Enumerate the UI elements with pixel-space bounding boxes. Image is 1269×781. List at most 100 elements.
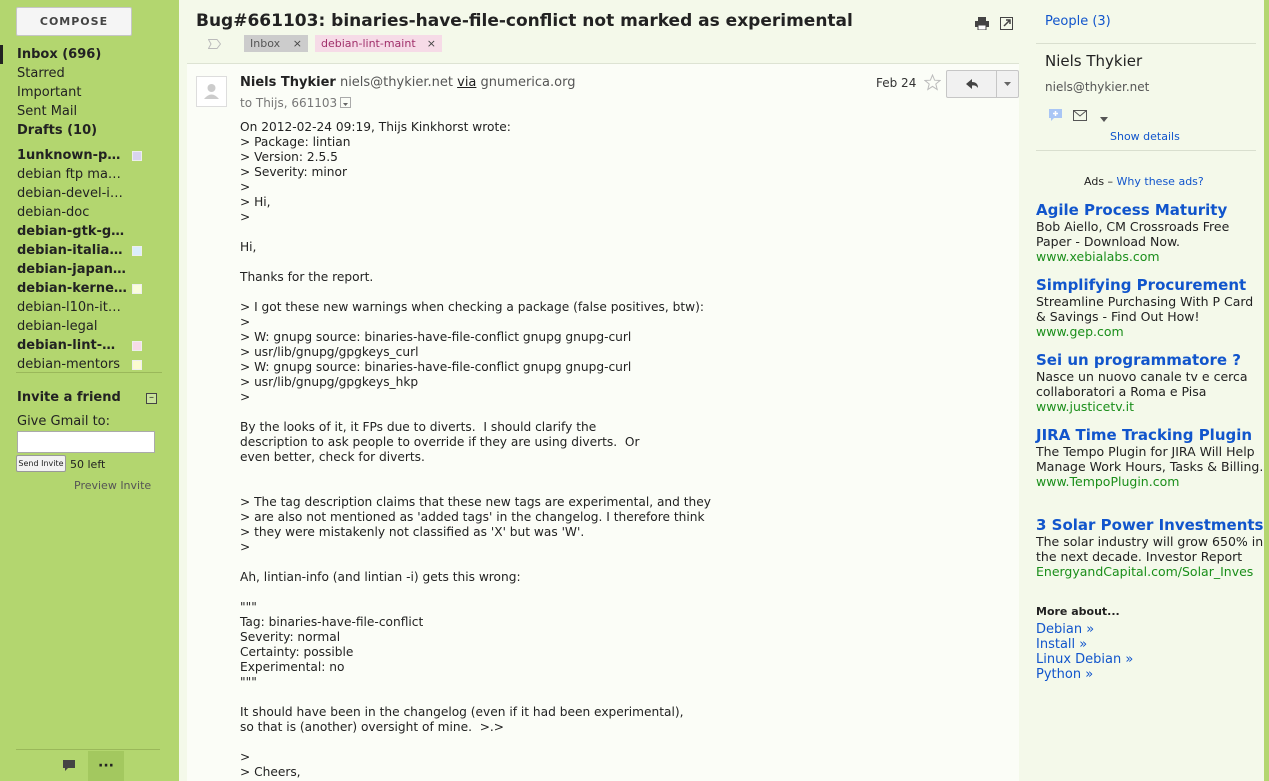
ad-title-link[interactable]: JIRA Time Tracking Plugin <box>1036 426 1264 444</box>
body-line: Certainty: possible <box>240 645 354 659</box>
nav-label-text: debian-kerne… <box>17 281 127 296</box>
chat-icon[interactable] <box>60 756 78 774</box>
remove-label-icon[interactable]: × <box>427 35 436 52</box>
more-about-link[interactable]: Debian » <box>1036 622 1094 637</box>
reply-more-dropdown[interactable] <box>996 70 1019 98</box>
nav-label-item[interactable]: debian-lint-m… <box>0 336 175 355</box>
remove-label-icon[interactable]: × <box>293 35 302 52</box>
nav-important[interactable]: Important <box>0 83 175 102</box>
body-line: > usr/lib/gnupg/gpgkeys_curl <box>240 345 419 359</box>
body-line: > <box>240 750 251 764</box>
ad-title-link[interactable]: 3 Solar Power Investments <box>1036 516 1264 534</box>
nav-label-item[interactable]: debian-doc <box>0 203 175 222</box>
envelope-icon[interactable] <box>1073 110 1087 121</box>
more-about-link[interactable]: Python » <box>1036 667 1093 682</box>
ad-description: The solar industry will grow 650% in the… <box>1036 534 1264 564</box>
nav-label-item[interactable]: debian-kerne… <box>0 279 175 298</box>
label-color-swatch[interactable] <box>132 246 142 256</box>
nav-label-text: debian-japan… <box>17 262 126 277</box>
label-color-swatch[interactable] <box>132 151 142 161</box>
body-line: even better, check for diverts. <box>240 450 425 464</box>
nav-starred[interactable]: Starred <box>0 64 175 83</box>
via-link[interactable]: via <box>457 75 476 90</box>
ad-description: The Tempo Plugin for JIRA Will Help Mana… <box>1036 444 1264 474</box>
body-line: On 2012-02-24 09:19, Thijs Kinkhorst wro… <box>240 120 511 134</box>
body-line: """ <box>240 675 257 689</box>
avatar[interactable] <box>196 76 227 107</box>
ad-url-link[interactable]: www.xebialabs.com <box>1036 249 1264 264</box>
recipients-line: to Thijs, 661103 <box>240 96 352 110</box>
label-color-swatch[interactable] <box>132 284 142 294</box>
ad-url-link[interactable]: www.gep.com <box>1036 324 1264 339</box>
body-line: > <box>240 210 251 224</box>
nav-drafts[interactable]: Drafts (10) <box>0 121 175 140</box>
body-line: """ <box>240 600 257 614</box>
ad-url-link[interactable]: EnergyandCapital.com/Solar_Inves <box>1036 564 1264 579</box>
nav-starred-label: Starred <box>17 66 65 81</box>
nav-label-item[interactable]: debian ftp mast… <box>0 165 175 184</box>
ad-title-link[interactable]: Sei un programmatore ? <box>1036 351 1264 369</box>
contact-name: Niels Thykier <box>1045 52 1143 70</box>
nav-label-item[interactable]: debian-legal <box>0 317 175 336</box>
ad-url-link[interactable]: www.justicetv.it <box>1036 399 1264 414</box>
nav-inbox[interactable]: Inbox (696) <box>0 45 175 64</box>
sender-name[interactable]: Niels Thykier <box>240 75 336 90</box>
nav-important-label: Important <box>17 85 82 100</box>
body-line <box>240 555 1000 570</box>
nav-label-item[interactable]: debian-devel-it… <box>0 184 175 203</box>
more-about-link[interactable]: Install » <box>1036 637 1087 652</box>
body-line: Thanks for the report. <box>240 270 374 284</box>
body-line: > Cheers, <box>240 765 301 779</box>
star-icon[interactable] <box>923 73 942 91</box>
body-line: Tag: binaries-have-file-conflict <box>240 615 424 629</box>
preview-invite-link[interactable]: Preview Invite <box>74 479 151 492</box>
compose-button[interactable]: COMPOSE <box>16 7 132 36</box>
chat-bubble-icon[interactable] <box>1048 108 1063 122</box>
body-line: > W: gnupg source: binaries-have-file-co… <box>240 330 632 344</box>
ads-label-text: Ads – <box>1084 175 1114 188</box>
ad-title-link[interactable]: Agile Process Maturity <box>1036 201 1264 219</box>
body-line: > I got these new warnings when checking… <box>240 300 704 314</box>
body-line: > W: gnupg source: binaries-have-file-co… <box>240 360 632 374</box>
nav-sent[interactable]: Sent Mail <box>0 102 175 121</box>
ads-label: Ads – Why these ads? <box>1084 175 1204 188</box>
label-chip-debian-lint-maint[interactable]: debian-lint-maint × <box>315 35 442 52</box>
reply-button[interactable] <box>946 70 997 98</box>
contact-email: niels@thykier.net <box>1045 80 1150 94</box>
collapse-icon[interactable]: – <box>146 393 157 404</box>
body-line: Severity: normal <box>240 630 341 644</box>
show-details-dropdown-icon[interactable] <box>340 97 352 108</box>
nav-label-text: 1unknown-pa… <box>17 148 127 163</box>
send-invite-button[interactable]: Send Invite <box>16 455 66 472</box>
nav-label-item[interactable]: debian-italian… <box>0 241 175 260</box>
body-line <box>240 480 1000 495</box>
more-about-heading: More about... <box>1036 605 1120 618</box>
label-chip-inbox[interactable]: Inbox × <box>244 35 308 52</box>
people-header[interactable]: People (3) <box>1045 14 1111 29</box>
recipients-text: to Thijs, 661103 <box>240 96 338 110</box>
label-color-swatch[interactable] <box>132 360 142 370</box>
more-options-icon[interactable]: ··· <box>88 751 124 781</box>
ad-item: Simplifying Procurement Streamline Purcha… <box>1036 276 1264 339</box>
chevron-down-icon[interactable] <box>1100 112 1108 122</box>
body-line: > Severity: minor <box>240 165 347 179</box>
contact-divider <box>1036 150 1256 151</box>
nav-label-text: debian-l10n-ital… <box>17 300 127 315</box>
nav-label-item[interactable]: debian-gtk-g… <box>0 222 175 241</box>
invite-email-input[interactable] <box>17 431 155 453</box>
ad-title-link[interactable]: Simplifying Procurement <box>1036 276 1264 294</box>
importance-marker-icon[interactable] <box>207 38 222 49</box>
show-details-link[interactable]: Show details <box>1110 130 1180 143</box>
why-these-ads-link[interactable]: Why these ads? <box>1117 175 1204 188</box>
new-window-icon[interactable] <box>1000 17 1013 30</box>
nav-label-item[interactable]: debian-japan… <box>0 260 175 279</box>
nav-label-text: debian-lint-m… <box>17 338 127 353</box>
ad-url-link[interactable]: www.TempoPlugin.com <box>1036 474 1264 489</box>
via-domain: gnumerica.org <box>480 75 576 90</box>
print-icon[interactable] <box>975 17 989 31</box>
label-color-swatch[interactable] <box>132 341 142 351</box>
nav-label-item[interactable]: 1unknown-pa… <box>0 146 175 165</box>
more-about-link[interactable]: Linux Debian » <box>1036 652 1133 667</box>
nav-label-item[interactable]: debian-l10n-ital… <box>0 298 175 317</box>
ad-item: 3 Solar Power Investments The solar indus… <box>1036 516 1264 579</box>
